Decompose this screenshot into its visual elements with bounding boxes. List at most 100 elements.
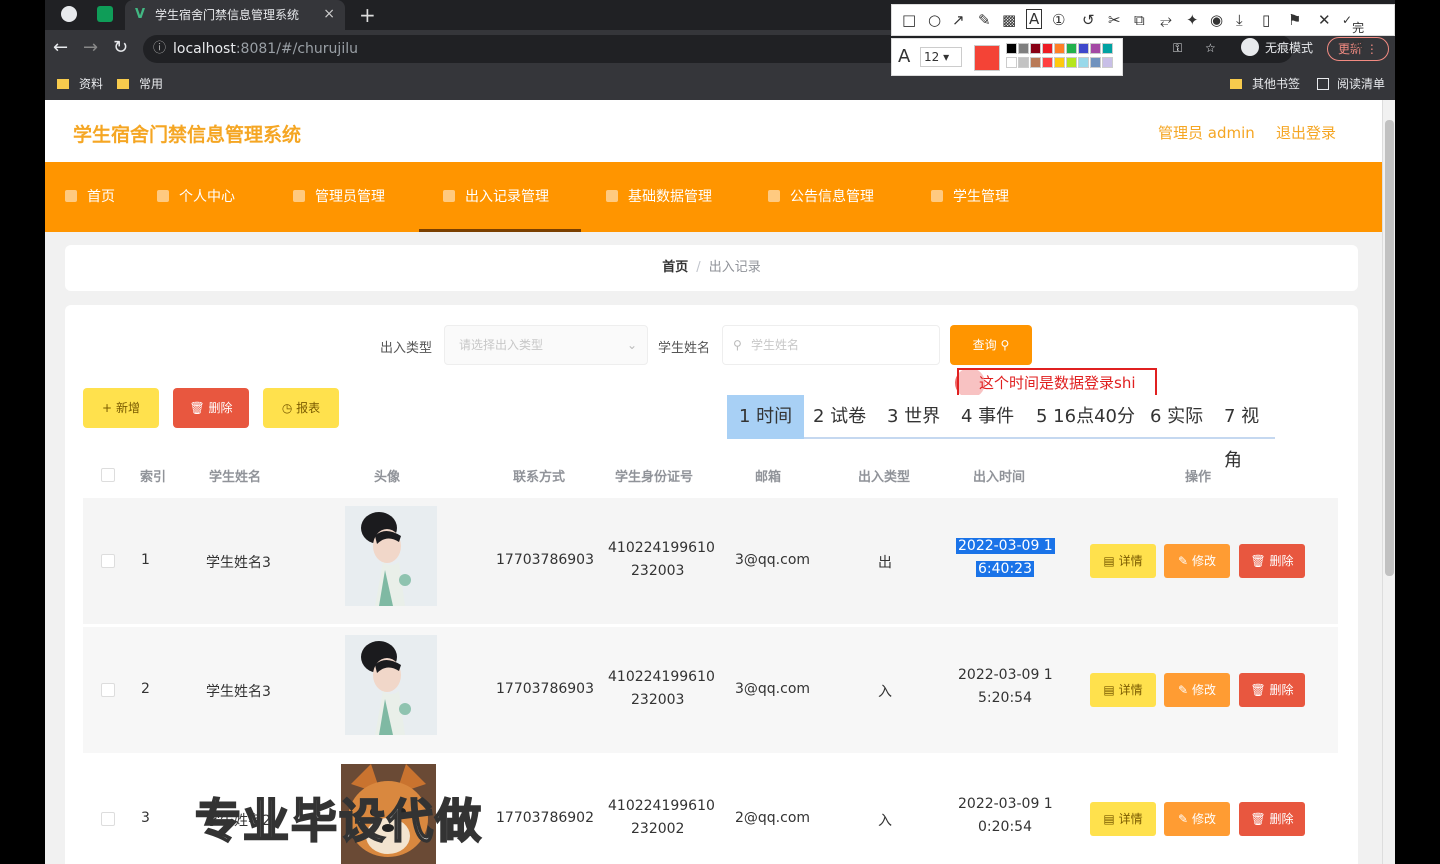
user-label[interactable]: 管理员 admin [1158, 122, 1255, 143]
color-swatch[interactable] [1006, 43, 1017, 54]
ime-candidate[interactable]: 7 视角 [1224, 395, 1275, 471]
ime-candidate[interactable]: 6 实际 [1150, 395, 1203, 439]
logout-link[interactable]: 退出登录 [1276, 122, 1336, 143]
nav-notices[interactable]: 公告信息管理 [768, 162, 874, 232]
bookmark-folder[interactable]: 常用 [117, 76, 163, 92]
delete-button[interactable]: 🗑 删除 [1239, 673, 1305, 707]
nav-base-data[interactable]: 基础数据管理 [606, 162, 712, 232]
page-scrollbar[interactable] [1382, 100, 1395, 864]
reload-icon[interactable]: ↻ [113, 38, 128, 58]
nav-admin[interactable]: 管理员管理 [293, 162, 385, 232]
active-color-swatch[interactable] [974, 45, 1000, 71]
delete-button[interactable]: 🗑 删除 [1239, 802, 1305, 836]
detail-button[interactable]: ▤ 详情 [1090, 802, 1156, 836]
breadcrumb-home[interactable]: 首页 [662, 260, 688, 275]
color-swatch[interactable] [1102, 57, 1113, 68]
browser-tab[interactable]: V 学生宿舍门禁信息管理系统 × [125, 0, 345, 30]
color-swatch[interactable] [1102, 43, 1113, 54]
delete-button[interactable]: 🗑 删除 [1239, 544, 1305, 578]
color-swatch[interactable] [1078, 43, 1089, 54]
color-swatch[interactable] [1078, 57, 1089, 68]
trash-icon: 🗑 [1250, 812, 1266, 826]
report-button[interactable]: ◷ 报表 [263, 388, 339, 428]
table-row[interactable]: 2 学生姓名3 17703786903 410224199610 232003 … [83, 627, 1338, 753]
ime-candidate[interactable]: 3 世界 [887, 395, 940, 439]
query-button[interactable]: 查询 ⚲ [950, 325, 1032, 365]
bookmark-folder[interactable]: 资料 [57, 76, 103, 92]
nav-records[interactable]: 出入记录管理 [419, 162, 581, 232]
row-checkbox[interactable] [101, 812, 115, 826]
scrollbar-thumb[interactable] [1385, 120, 1394, 576]
row-email: 3@qq.com [735, 552, 811, 568]
site-info-icon[interactable]: ⓘ [153, 35, 166, 63]
color-swatch[interactable] [1054, 57, 1065, 68]
new-tab-button[interactable]: + [359, 3, 376, 27]
back-icon[interactable]: ← [53, 38, 68, 58]
circle-icon[interactable]: ○ [928, 11, 941, 29]
bookmark-icon[interactable]: ⚑ [1288, 11, 1301, 29]
ime-candidate[interactable]: 5 16点40分 [1036, 395, 1135, 439]
watermark-text: 专业毕设代做 [194, 793, 483, 849]
arrow-icon[interactable]: ↗ [952, 11, 965, 29]
color-swatch[interactable] [1066, 57, 1077, 68]
home-icon [65, 190, 77, 202]
annotation-textbox[interactable]: 这个时间是数据登录shi [957, 368, 1157, 398]
text-tool-icon[interactable]: A [1026, 9, 1043, 29]
pin-icon[interactable]: ✦ [1186, 11, 1199, 29]
doc-icon: ▤ [1103, 683, 1115, 697]
data-icon [606, 190, 618, 202]
rectangle-icon[interactable]: □ [902, 11, 916, 29]
browser-menu-icon[interactable] [61, 6, 77, 22]
color-swatch[interactable] [1054, 43, 1065, 54]
mosaic-icon[interactable]: ▩ [1002, 11, 1016, 29]
download-icon[interactable]: ⤓ [1236, 11, 1243, 29]
bulk-delete-button[interactable]: 🗑 删除 [173, 388, 249, 428]
nav-profile[interactable]: 个人中心 [157, 162, 235, 232]
record-icon[interactable]: ◉ [1210, 11, 1223, 29]
crop-icon[interactable]: ✂ [1108, 11, 1121, 29]
select-all-checkbox[interactable] [101, 468, 115, 482]
color-swatch[interactable] [1090, 43, 1101, 54]
color-swatch[interactable] [1030, 57, 1041, 68]
font-size-select[interactable]: 12 ▾ [920, 47, 962, 67]
ime-candidate[interactable]: 2 试卷 [813, 395, 866, 439]
color-swatch[interactable] [1090, 57, 1101, 68]
nav-home[interactable]: 首页 [65, 162, 115, 232]
sheets-icon[interactable] [97, 6, 113, 22]
phone-icon[interactable]: ▯ [1262, 11, 1270, 29]
row-checkbox[interactable] [101, 554, 115, 568]
color-swatch[interactable] [1066, 43, 1077, 54]
reading-list[interactable]: 阅读清单 [1317, 76, 1385, 92]
detail-button[interactable]: ▤ 详情 [1090, 673, 1156, 707]
color-swatch[interactable] [1042, 43, 1053, 54]
color-swatch[interactable] [1018, 43, 1029, 54]
name-filter-input[interactable]: ⚲ 学生姓名 [722, 325, 940, 365]
color-swatch[interactable] [1030, 43, 1041, 54]
ime-candidate[interactable]: 4 事件 [961, 395, 1014, 439]
table-row[interactable]: 1 学生姓名3 17703786903 410224199610 232003 … [83, 498, 1338, 624]
done-button[interactable]: ✓ 完成 [1342, 13, 1364, 52]
nav-students[interactable]: 学生管理 [931, 162, 1009, 232]
detail-button[interactable]: ▤ 详情 [1090, 544, 1156, 578]
pen-icon[interactable]: ✎ [978, 11, 991, 29]
number-icon[interactable]: ① [1052, 11, 1065, 29]
expand-icon[interactable]: ⥂ [1160, 11, 1172, 29]
edit-button[interactable]: ✎ 修改 [1164, 802, 1230, 836]
edit-button[interactable]: ✎ 修改 [1164, 544, 1230, 578]
type-filter-select[interactable]: 请选择出入类型 ⌄ [444, 325, 648, 365]
row-checkbox[interactable] [101, 683, 115, 697]
color-swatch[interactable] [1018, 57, 1029, 68]
add-button[interactable]: + 新增 [83, 388, 159, 428]
color-swatch[interactable] [1042, 57, 1053, 68]
edit-icon: ✎ [1178, 683, 1189, 697]
undo-icon[interactable]: ↺ [1082, 11, 1095, 29]
tab-close-icon[interactable]: × [323, 6, 335, 22]
color-swatch[interactable] [1006, 57, 1017, 68]
cancel-icon[interactable]: ✕ [1318, 11, 1331, 29]
ime-candidate[interactable]: 1 时间 [727, 395, 805, 439]
bookmark-folder[interactable]: 其他书签 [1230, 76, 1300, 92]
forward-icon[interactable]: → [83, 38, 98, 58]
edit-button[interactable]: ✎ 修改 [1164, 673, 1230, 707]
nav-label: 首页 [87, 189, 115, 205]
copy-icon[interactable]: ⧉ [1134, 11, 1145, 29]
